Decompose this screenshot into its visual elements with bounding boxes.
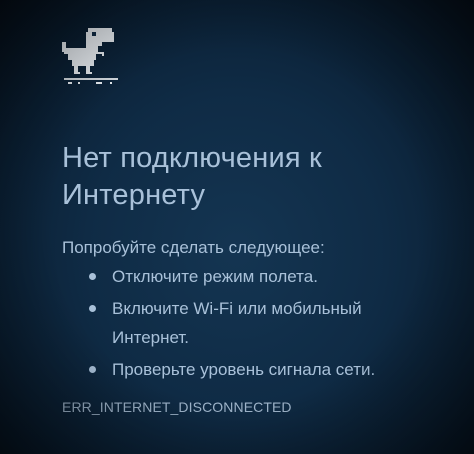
error-code: ERR_INTERNET_DISCONNECTED bbox=[62, 399, 292, 415]
suggestion-text: Включите Wi-Fi или мобильный Интернет. bbox=[112, 299, 362, 347]
suggestion-item: Включите Wi-Fi или мобильный Интернет. bbox=[62, 294, 442, 352]
bullet-icon bbox=[89, 305, 96, 312]
suggestion-item: Отключите режим полета. bbox=[62, 262, 442, 291]
offline-dino-icon bbox=[62, 28, 118, 84]
suggestion-text: Отключите режим полета. bbox=[112, 267, 318, 286]
suggestions-intro: Попробуйте сделать следующее: bbox=[62, 238, 325, 257]
bullet-icon bbox=[89, 273, 96, 280]
suggestion-text: Проверьте уровень сигнала сети. bbox=[112, 360, 376, 379]
bullet-icon bbox=[89, 366, 96, 373]
page-title: Нет подключения к Интернету bbox=[62, 142, 322, 211]
suggestion-item: Проверьте уровень сигнала сети. bbox=[62, 355, 442, 384]
offline-error-page: Нет подключения к Интернету Попробуйте с… bbox=[0, 0, 474, 454]
suggestions-list: Отключите режим полета. Включите Wi-Fi и… bbox=[62, 262, 442, 387]
